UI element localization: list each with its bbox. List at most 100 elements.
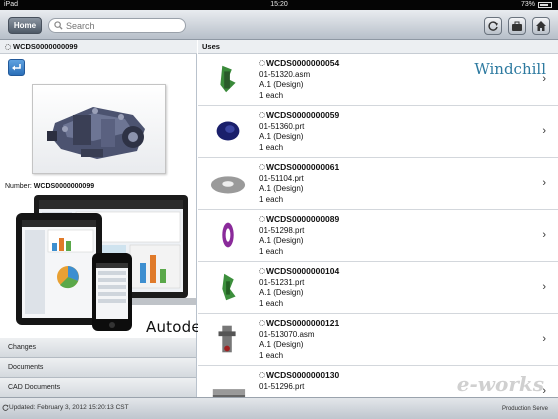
part-number: WCDS0000000054 <box>266 58 340 68</box>
part-gear-icon <box>259 216 265 222</box>
back-button[interactable] <box>8 59 25 76</box>
chevron-right-icon: › <box>542 229 546 241</box>
uses-header: Uses <box>198 40 558 54</box>
part-file: 01-513070.asm <box>259 329 315 339</box>
uses-pane: Uses Windchill WCDS0000000054 01-51320.a… <box>198 40 558 418</box>
use-row-text: WCDS0000000054 01-51320.asm A.1 (Design)… <box>259 58 339 101</box>
part-file: 01-51231.prt <box>259 277 305 287</box>
part-thumbnail-icon <box>220 65 236 93</box>
part-quantity: 1 each <box>259 298 284 308</box>
part-file: 01-51296.prt <box>259 381 305 391</box>
use-row-title: WCDS0000000059 <box>259 110 339 122</box>
status-bar: iPad 15:20 73% <box>0 0 558 10</box>
part-thumbnail-icon <box>218 325 236 353</box>
use-row[interactable]: WCDS0000000104 01-51231.prt A.1 (Design)… <box>198 262 558 314</box>
use-row-title: WCDS0000000121 <box>259 318 339 330</box>
nav-item-documents[interactable]: Documents <box>0 358 196 378</box>
refresh-icon <box>488 21 498 31</box>
part-thumbnail-icon <box>222 222 234 248</box>
use-row[interactable]: WCDS0000000054 01-51320.asm A.1 (Design)… <box>198 54 558 106</box>
bottom-status-bar: Updated: February 3, 2012 15:20:13 CST P… <box>0 397 558 419</box>
battery-icon <box>538 2 552 8</box>
part-number-line: Number: WCDS0000000099 <box>5 183 94 190</box>
part-version: A.1 (Design) <box>259 184 304 193</box>
search-box[interactable] <box>48 18 186 33</box>
search-input[interactable] <box>66 20 181 32</box>
chevron-right-icon: › <box>542 125 546 137</box>
part-gear-icon <box>259 320 265 326</box>
use-row-text: WCDS0000000059 01-51360.prt A.1 (Design)… <box>259 110 339 153</box>
uses-list: WCDS0000000054 01-51320.asm A.1 (Design)… <box>198 54 558 418</box>
home-icon-button[interactable] <box>532 17 550 35</box>
e-works-watermark: e-works <box>456 372 544 396</box>
use-row[interactable]: WCDS0000000059 01-51360.prt A.1 (Design)… <box>198 106 558 158</box>
use-row-title: WCDS0000000054 <box>259 58 339 70</box>
chevron-right-icon: › <box>542 333 546 345</box>
battery-percent: 73% <box>520 1 535 8</box>
part-version: A.1 (Design) <box>259 80 304 89</box>
top-toolbar: Home <box>0 10 558 40</box>
part-number: WCDS0000000130 <box>266 370 340 380</box>
chevron-right-icon: › <box>542 73 546 85</box>
part-thumbnail[interactable] <box>32 84 166 174</box>
chevron-right-icon: › <box>542 177 546 189</box>
part-file: 01-51104.prt <box>259 173 304 183</box>
number-value: WCDS0000000099 <box>33 183 95 190</box>
part-gear-icon <box>259 372 265 378</box>
number-label: Number: <box>5 183 32 190</box>
use-row[interactable]: WCDS0000000089 01-51298.prt A.1 (Design)… <box>198 210 558 262</box>
part-number: WCDS0000000061 <box>266 162 340 172</box>
part-number: WCDS0000000089 <box>266 214 340 224</box>
part-quantity: 1 each <box>259 350 284 360</box>
part-gear-icon <box>5 44 11 50</box>
part-number: WCDS0000000059 <box>266 110 340 120</box>
server-label: Production Serve <box>501 406 548 412</box>
back-arrow-icon <box>12 64 21 71</box>
part-number: WCDS0000000121 <box>266 318 340 328</box>
use-row[interactable]: WCDS0000000061 01-51104.prt A.1 (Design)… <box>198 158 558 210</box>
part-version: A.1 (Design) <box>259 132 304 141</box>
use-row-text: WCDS0000000104 01-51231.prt A.1 (Design)… <box>259 266 339 309</box>
clock: 15:20 <box>270 1 288 8</box>
sync-icon[interactable] <box>2 404 9 411</box>
refresh-button[interactable] <box>484 17 502 35</box>
use-row-text: WCDS0000000130 01-51296.prt <box>259 370 339 392</box>
detail-title: WCDS0000000099 <box>13 42 78 51</box>
part-number: WCDS0000000104 <box>266 266 340 276</box>
part-file: 01-51320.asm <box>259 69 311 79</box>
part-quantity: 1 each <box>259 246 284 256</box>
nav-item-cad-documents[interactable]: CAD Documents <box>0 378 196 398</box>
part-gear-icon <box>259 164 265 170</box>
briefcase-button[interactable] <box>508 17 526 35</box>
part-version: A.1 (Design) <box>259 340 304 349</box>
part-quantity: 1 each <box>259 90 284 100</box>
use-row-text: WCDS0000000121 01-513070.asm A.1 (Design… <box>259 318 339 361</box>
use-row-text: WCDS0000000089 01-51298.prt A.1 (Design)… <box>259 214 339 257</box>
nav-item-changes[interactable]: Changes <box>0 338 196 358</box>
part-thumbnail-icon <box>210 176 246 194</box>
part-version: A.1 (Design) <box>259 236 304 245</box>
chevron-right-icon: › <box>542 281 546 293</box>
gearbox-assembly-image <box>47 107 145 159</box>
part-quantity: 1 each <box>259 194 284 204</box>
briefcase-icon <box>512 21 522 31</box>
home-button[interactable]: Home <box>8 17 42 34</box>
part-quantity: 1 each <box>259 142 284 152</box>
detail-pane: WCDS0000000099 Number: WCDS0000000099 Au… <box>0 40 217 398</box>
home-icon <box>536 21 546 31</box>
device-promo-graphic <box>0 193 196 338</box>
part-gear-icon <box>259 268 265 274</box>
use-row-title: WCDS0000000089 <box>259 214 339 226</box>
part-gear-icon <box>259 112 265 118</box>
part-gear-icon <box>259 60 265 66</box>
part-file: 01-51298.prt <box>259 225 305 235</box>
use-row-title: WCDS0000000104 <box>259 266 339 278</box>
battery-indicator: 73% <box>521 0 552 10</box>
part-file: 01-51360.prt <box>259 121 305 131</box>
use-row[interactable]: WCDS0000000121 01-513070.asm A.1 (Design… <box>198 314 558 366</box>
devices-illustration <box>16 195 196 331</box>
search-icon <box>54 21 63 30</box>
part-version: A.1 (Design) <box>259 288 304 297</box>
use-row-title: WCDS0000000130 <box>259 370 339 382</box>
use-row-title: WCDS0000000061 <box>259 162 339 174</box>
